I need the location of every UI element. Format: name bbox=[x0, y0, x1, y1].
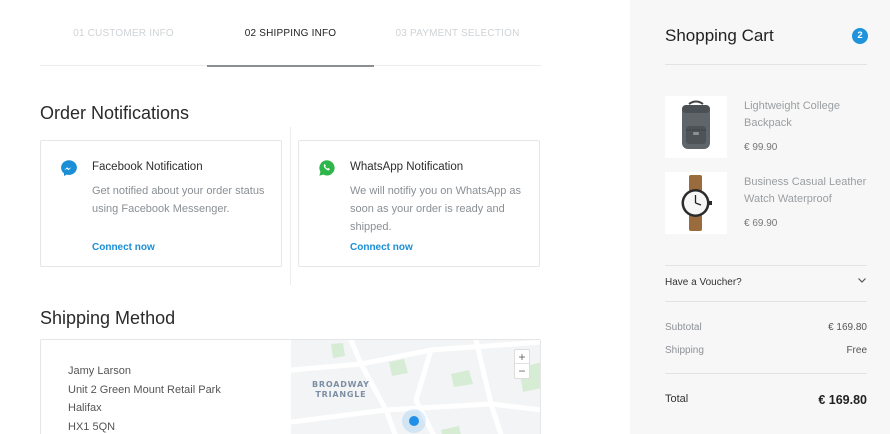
address-postcode: HX1 5QN bbox=[68, 420, 116, 433]
map-zoom-control: + − bbox=[514, 349, 530, 379]
map-area-label: BROADWAY TRIANGLE bbox=[312, 380, 370, 400]
whatsapp-notification-card: WhatsApp Notification We will notifiy yo… bbox=[298, 140, 540, 267]
chevron-down-icon bbox=[858, 278, 866, 283]
checkout-steps: 01 CUSTOMER INFO 02 SHIPPING INFO 03 PAY… bbox=[40, 0, 541, 67]
map-label-line1: BROADWAY bbox=[312, 380, 370, 389]
cart-item-price: € 69.90 bbox=[744, 218, 778, 229]
shipping-method-title: Shipping Method bbox=[40, 308, 176, 328]
address-line1: Unit 2 Green Mount Retail Park bbox=[68, 383, 221, 396]
cart-divider bbox=[665, 64, 867, 65]
address-name: Jamy Larson bbox=[68, 365, 131, 377]
shipping-address: Jamy Larson Unit 2 Green Mount Retail Pa… bbox=[68, 362, 221, 434]
whatsapp-icon bbox=[319, 160, 335, 176]
address-city: Halifax bbox=[68, 402, 102, 414]
messenger-icon bbox=[61, 160, 77, 176]
order-notifications-title: Order Notifications bbox=[40, 103, 190, 123]
shipping-map[interactable]: BROADWAY TRIANGLE + − bbox=[291, 340, 540, 434]
cart-item-name: Business Casual Leather Watch Waterproof bbox=[744, 176, 867, 205]
voucher-toggle[interactable]: Have a Voucher? bbox=[665, 277, 867, 288]
shipping-row: Shipping Free bbox=[665, 345, 867, 356]
cart-divider bbox=[665, 373, 867, 374]
total-row: Total € 169.80 bbox=[665, 393, 867, 407]
cart-item[interactable]: Business Casual Leather Watch Waterproof… bbox=[665, 172, 875, 236]
step-customer-info[interactable]: 01 CUSTOMER INFO bbox=[40, 0, 207, 66]
facebook-notification-description: Get notified about your order status usi… bbox=[92, 185, 265, 215]
cart-count-badge: 2 bbox=[852, 28, 868, 44]
shipping-label: Shipping bbox=[665, 345, 704, 356]
total-value: € 169.80 bbox=[818, 393, 867, 407]
zoom-out-button[interactable]: − bbox=[515, 364, 529, 378]
facebook-connect-link[interactable]: Connect now bbox=[92, 242, 155, 253]
facebook-notification-title: Facebook Notification bbox=[92, 161, 203, 173]
cart-divider bbox=[665, 301, 867, 302]
whatsapp-connect-link[interactable]: Connect now bbox=[350, 242, 413, 253]
checkout-main: 01 CUSTOMER INFO 02 SHIPPING INFO 03 PAY… bbox=[0, 0, 630, 434]
cart-item-price: € 99.90 bbox=[744, 142, 778, 153]
subtotal-row: Subtotal € 169.80 bbox=[665, 322, 867, 333]
cart-item[interactable]: Lightweight College Backpack € 99.90 bbox=[665, 96, 875, 160]
shopping-cart-panel: Shopping Cart 2 Lightweight College Back… bbox=[630, 0, 890, 434]
voucher-label: Have a Voucher? bbox=[665, 277, 742, 288]
map-label-line2: TRIANGLE bbox=[315, 390, 367, 399]
whatsapp-notification-description: We will notifiy you on WhatsApp as soon … bbox=[350, 185, 521, 233]
subtotal-value: € 169.80 bbox=[828, 322, 867, 333]
watch-image bbox=[665, 172, 727, 234]
shipping-value: Free bbox=[846, 345, 867, 356]
cart-divider bbox=[665, 265, 867, 266]
cart-title: Shopping Cart bbox=[665, 26, 774, 45]
subtotal-label: Subtotal bbox=[665, 322, 702, 333]
facebook-notification-card: Facebook Notification Get notified about… bbox=[40, 140, 282, 267]
map-pin-icon bbox=[409, 416, 419, 426]
shipping-method-card[interactable]: Jamy Larson Unit 2 Green Mount Retail Pa… bbox=[40, 339, 541, 434]
step-payment-selection[interactable]: 03 PAYMENT SELECTION bbox=[374, 0, 541, 66]
step-shipping-info[interactable]: 02 SHIPPING INFO bbox=[207, 0, 374, 67]
notifications-divider bbox=[290, 127, 291, 285]
backpack-image bbox=[665, 96, 727, 158]
cart-item-name: Lightweight College Backpack bbox=[744, 100, 841, 129]
zoom-in-button[interactable]: + bbox=[515, 350, 529, 364]
whatsapp-notification-title: WhatsApp Notification bbox=[350, 161, 464, 173]
total-label: Total bbox=[665, 393, 689, 405]
